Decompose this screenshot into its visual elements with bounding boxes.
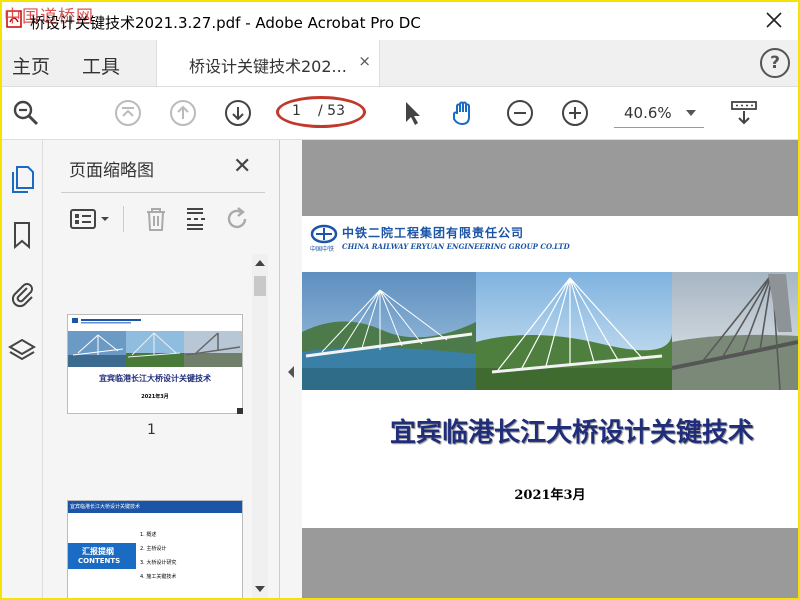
panel-toolbar xyxy=(67,204,277,234)
bookmark-icon[interactable] xyxy=(8,220,36,250)
zoom-out-search-icon[interactable] xyxy=(12,99,40,127)
previous-page-icon[interactable] xyxy=(169,99,197,127)
thumbnail-1-page-label: 1 xyxy=(147,422,156,438)
thumbnail-selected-marker xyxy=(237,408,243,414)
panel-splitter[interactable] xyxy=(280,140,302,598)
thumbnail-scrollbar[interactable] xyxy=(252,254,268,598)
hand-tool-icon[interactable] xyxy=(450,99,478,127)
chevron-down-icon xyxy=(686,110,696,116)
thumbnail-options-icon[interactable] xyxy=(69,208,113,230)
page-thumbnails-icon[interactable] xyxy=(8,164,36,194)
panel-title: 页面缩略图 xyxy=(69,161,154,181)
window-close-icon[interactable] xyxy=(764,10,784,30)
collapse-panel-icon[interactable] xyxy=(288,366,294,378)
navigation-rail xyxy=(2,140,43,598)
logo-caption: 中国中铁 xyxy=(310,246,335,253)
pdf-page: 中国中铁 中铁二院工程集团有限责任公司 CHINA RAILWAY ERYUAN… xyxy=(302,216,798,528)
page-number-box[interactable]: 1 / 53 xyxy=(276,96,366,128)
outline-item: 4. 施工关键技术 xyxy=(140,574,177,580)
scroll-up-icon[interactable] xyxy=(255,260,265,266)
document-view[interactable]: 中国中铁 中铁二院工程集团有限责任公司 CHINA RAILWAY ERYUAN… xyxy=(302,140,798,598)
zoom-value: 40.6% xyxy=(624,104,672,122)
thumbnail-2-header-bar: 宜宾临港长江大桥设计关键技术 xyxy=(68,501,242,513)
select-cursor-icon[interactable] xyxy=(398,99,426,127)
scroll-mode-icon[interactable] xyxy=(730,99,758,127)
menu-tools[interactable]: 工具 xyxy=(82,52,120,79)
company-name-cn: 中铁二院工程集团有限责任公司 xyxy=(342,226,525,240)
attachment-icon[interactable] xyxy=(8,278,36,308)
bridge-photos xyxy=(302,272,798,390)
company-logo xyxy=(310,224,338,244)
thumbnail-1-date: 2021年3月 xyxy=(141,394,169,400)
outline-item: 3. 大桥设计研究 xyxy=(140,560,177,566)
panel-close-icon[interactable]: ✕ xyxy=(233,154,251,179)
document-tab[interactable]: 桥设计关键技术202... × xyxy=(156,40,380,86)
app-window: 中国道桥网 桥设计关键技术2021.3.27.pdf - Adobe Acrob… xyxy=(0,0,800,600)
layers-icon[interactable] xyxy=(8,336,36,366)
rotate-page-icon[interactable] xyxy=(225,206,251,232)
highlight-oval xyxy=(276,96,366,128)
document-title: 宜宾临港长江大桥设计关键技术 xyxy=(390,418,755,448)
zoom-select[interactable]: 40.6% xyxy=(614,101,704,128)
page-thumbnail-2[interactable]: 宜宾临港长江大桥设计关键技术 汇报提纲 CONTENTS 1. 概述 2. 主桥… xyxy=(67,500,243,598)
tab-close-icon[interactable]: × xyxy=(358,52,371,70)
tab-bar: 主页 工具 桥设计关键技术202... × ? xyxy=(2,40,798,87)
extract-page-icon[interactable] xyxy=(183,206,209,232)
contents-badge-cn: 汇报提纲 xyxy=(82,547,114,556)
contents-badge: 汇报提纲 CONTENTS xyxy=(68,543,136,569)
scrollbar-thumb[interactable] xyxy=(254,276,266,296)
document-date: 2021年3月 xyxy=(514,488,586,503)
document-tab-label: 桥设计关键技术202... xyxy=(189,57,347,76)
help-icon[interactable]: ? xyxy=(760,48,790,78)
next-page-icon[interactable] xyxy=(224,99,252,127)
company-name-en: CHINA RAILWAY ERYUAN ENGINEERING GROUP C… xyxy=(342,242,570,251)
window-title: 桥设计关键技术2021.3.27.pdf - Adobe Acrobat Pro… xyxy=(30,14,421,32)
page-thumbnail-1[interactable]: 宜宾临港长江大桥设计关键技术 2021年3月 xyxy=(67,314,243,414)
outline-item: 1. 概述 xyxy=(140,532,157,538)
zoom-out-icon[interactable] xyxy=(506,99,534,127)
thumbnail-1-title: 宜宾临港长江大桥设计关键技术 xyxy=(99,374,211,383)
zoom-in-icon[interactable] xyxy=(561,99,589,127)
panel-divider xyxy=(61,192,265,193)
outline-item: 2. 主桥设计 xyxy=(140,546,167,552)
toolbar: 1 / 53 40.6% xyxy=(2,87,798,140)
delete-page-icon[interactable] xyxy=(143,206,169,232)
thumbnail-2-header: 宜宾临港长江大桥设计关键技术 xyxy=(70,504,141,510)
scroll-down-icon[interactable] xyxy=(255,586,265,592)
menu-home[interactable]: 主页 xyxy=(12,52,50,79)
title-bar: 中国道桥网 桥设计关键技术2021.3.27.pdf - Adobe Acrob… xyxy=(2,2,798,40)
thumbnails-panel: 页面缩略图 ✕ 宜宾临港长江大桥设计关键技术 2021年3月 1 宜宾临港长江大… xyxy=(43,140,280,598)
first-page-icon[interactable] xyxy=(114,99,142,127)
contents-badge-en: CONTENTS xyxy=(78,557,121,565)
toolbar-separator xyxy=(123,206,124,232)
